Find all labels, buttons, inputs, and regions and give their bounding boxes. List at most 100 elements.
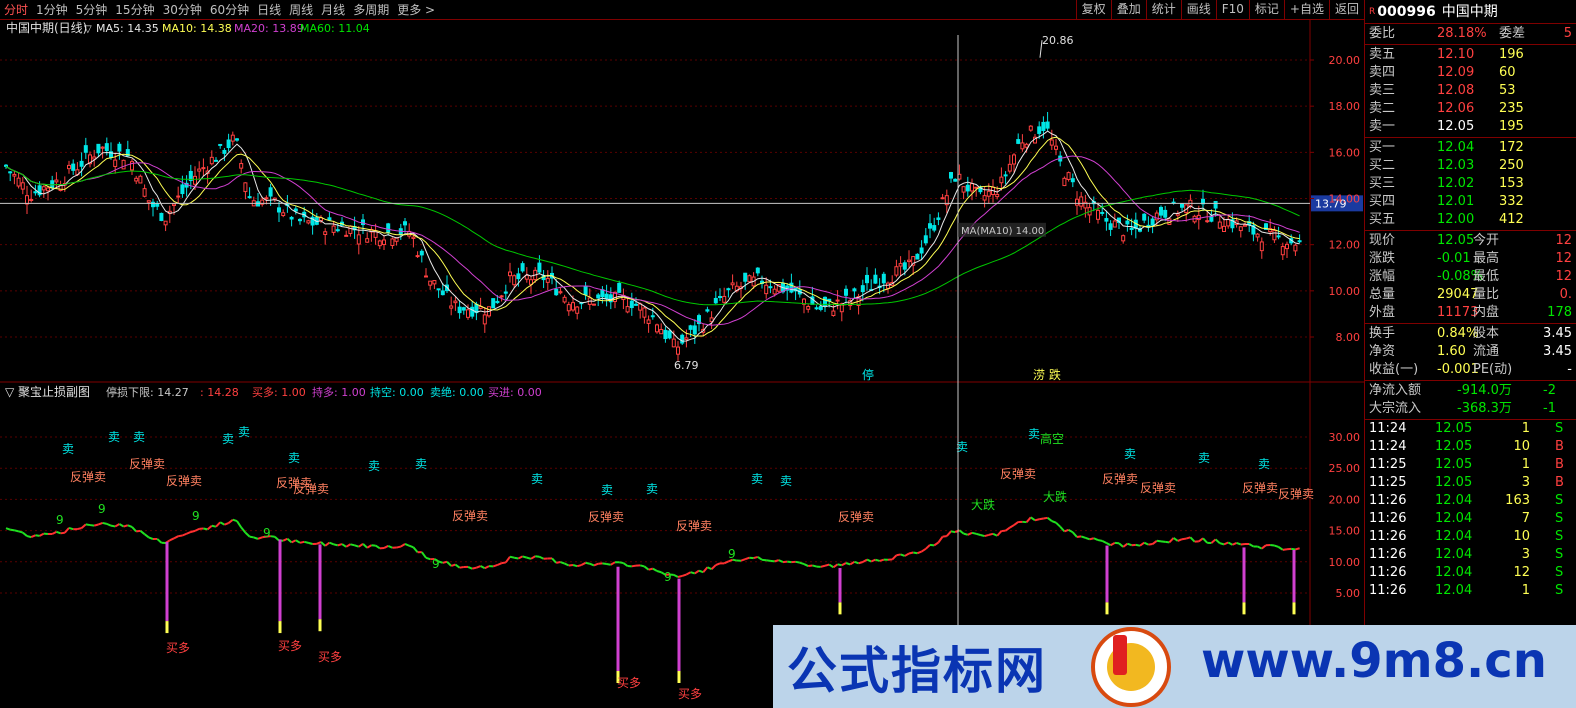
stop-line-segment: [1030, 516, 1036, 522]
candle-body: [348, 225, 353, 234]
sub-legend-item: 买多: 1.00: [252, 385, 306, 399]
bid-row: 买三 12.02 153: [1369, 176, 1524, 191]
candle-body: [499, 295, 504, 298]
candle-body: [566, 304, 571, 312]
stop-line-segment: [320, 541, 326, 547]
toolbar-button-6[interactable]: +自选: [1283, 0, 1329, 20]
timeframe-tab-7[interactable]: 周线: [285, 0, 317, 20]
stop-line-segment: [925, 544, 931, 550]
legend-toggle-icon: ▽: [84, 24, 92, 35]
stop-line-segment: [1064, 528, 1069, 533]
stop-line-segment: [896, 553, 901, 557]
stop-line-segment: [723, 560, 729, 565]
candle-body: [688, 325, 693, 330]
candle-body: [676, 346, 680, 355]
stop-line-segment: [1127, 542, 1132, 547]
stop-line-segment: [1257, 545, 1263, 550]
timeframe-tab-2[interactable]: 5分钟: [72, 0, 112, 20]
stat-row: 总量 29047 量比 0.: [1369, 287, 1572, 302]
toolbar-button-5[interactable]: 标记: [1248, 0, 1284, 20]
stat-row: 涨跌 -0.01 最高 12: [1369, 251, 1572, 266]
sub-legend-item: 持多: 1.00: [312, 385, 366, 399]
stop-line-segment: [891, 554, 898, 561]
main-chart-title: 中国中期(日线): [6, 20, 87, 35]
stop-line-segment: [244, 531, 251, 538]
event-mark: 涝 跌: [1033, 367, 1061, 382]
stop-line-segment: [127, 524, 133, 528]
candle-body: [176, 195, 181, 198]
tick-list[interactable]: 11:24 12.05 1 S 11:24 12.05 10 B 11:25 12.05 1 B 11:…: [1365, 420, 1576, 600]
stop-line-segment: [946, 530, 952, 537]
candle-body: [197, 168, 202, 172]
candle-body: [692, 325, 697, 335]
sub-chart-title: ▽ 聚宝止损副图: [5, 385, 90, 399]
timeframe-tab-0[interactable]: 分时: [0, 0, 32, 20]
stop-line-segment: [236, 520, 243, 528]
timeframe-tab-1[interactable]: 1分钟: [32, 0, 72, 20]
candle-body: [915, 253, 920, 260]
candle-body: [356, 234, 361, 245]
timeframe-tab-5[interactable]: 60分钟: [206, 0, 253, 20]
stop-line-segment: [337, 543, 343, 547]
stop-line-segment: [1046, 517, 1053, 522]
candle-body: [1129, 227, 1134, 231]
stock-name: 中国中期: [1441, 4, 1498, 20]
candle-body: [1049, 139, 1054, 146]
candle-body: [1243, 224, 1247, 227]
sell-label: 卖: [238, 425, 250, 439]
rebound-sell-label: 反弹卖: [838, 510, 874, 524]
toolbar-button-7[interactable]: 返回: [1328, 0, 1364, 20]
nine-label: 9: [664, 570, 672, 584]
chart-area[interactable]: 卖卖卖卖卖卖卖 卖卖卖 卖卖 卖卖卖卖卖卖反弹卖反弹卖反弹卖 反弹卖反弹卖反弹卖 反弹卖反…: [0, 20, 1364, 708]
stop-line-segment: [1278, 546, 1284, 551]
candle-body: [222, 149, 227, 154]
candle-body: [1108, 223, 1113, 230]
stop-line-segment: [677, 574, 683, 578]
sell-label: 卖: [751, 472, 763, 486]
candle-body: [663, 329, 668, 340]
main-y-tick-label: 8.00: [1336, 331, 1361, 344]
stop-line-segment: [93, 523, 99, 527]
toolbar-button-4[interactable]: F10: [1215, 0, 1249, 20]
rebound-sell-label: 反弹卖: [293, 482, 329, 496]
rebound-sell-label: 反弹卖: [1278, 487, 1314, 501]
stop-line-segment: [643, 565, 650, 571]
timeframe-tab-3[interactable]: 15分钟: [111, 0, 158, 20]
candle-body: [659, 328, 664, 335]
timeframe-tab-6[interactable]: 日线: [253, 0, 285, 20]
stop-line-segment: [778, 559, 784, 563]
toolbar-button-0[interactable]: 复权: [1075, 0, 1111, 20]
candle-body: [1150, 218, 1155, 226]
stop-line-segment: [690, 571, 696, 575]
sub-y-tick-label: 25.00: [1329, 462, 1361, 475]
sub-legend-item: 买进: 0.00: [488, 386, 542, 399]
stop-line-segment: [610, 561, 616, 566]
timeframe-tab-10[interactable]: 更多 >: [393, 0, 439, 20]
candle-body: [289, 216, 294, 220]
stop-line-segment: [396, 545, 402, 549]
sub-y-tick-label: 30.00: [1329, 431, 1361, 444]
ask-row: 卖二 12.06 235: [1369, 101, 1524, 116]
toolbar-button-3[interactable]: 画线: [1180, 0, 1216, 20]
timeframe-tab-9[interactable]: 多周期: [349, 0, 393, 20]
candle-body: [1012, 154, 1016, 165]
watermark-url: www.9m8.cn: [1201, 633, 1547, 689]
candle-body: [684, 337, 689, 340]
finance-row: 收益(一) -0.001 PE(动) -: [1369, 362, 1572, 377]
stop-line-segment: [77, 527, 82, 531]
candle-body: [239, 163, 244, 169]
toolbar-button-1[interactable]: 叠加: [1110, 0, 1146, 20]
stop-line-segment: [106, 522, 112, 527]
nine-label: 9: [98, 502, 106, 516]
crosshair-tip: MA(MA10) 14.00: [961, 226, 1044, 237]
timeframe-tab-4[interactable]: 30分钟: [159, 0, 206, 20]
stop-line-segment: [303, 540, 309, 544]
candle-body: [298, 218, 302, 222]
stop-line-segment: [514, 556, 519, 560]
toolbar-button-2[interactable]: 统计: [1145, 0, 1181, 20]
stop-line-segment: [921, 547, 927, 553]
timeframe-tab-8[interactable]: 月线: [317, 0, 349, 20]
candle-body: [12, 173, 17, 177]
candle-body: [953, 178, 958, 182]
stop-line-segment: [879, 558, 885, 562]
